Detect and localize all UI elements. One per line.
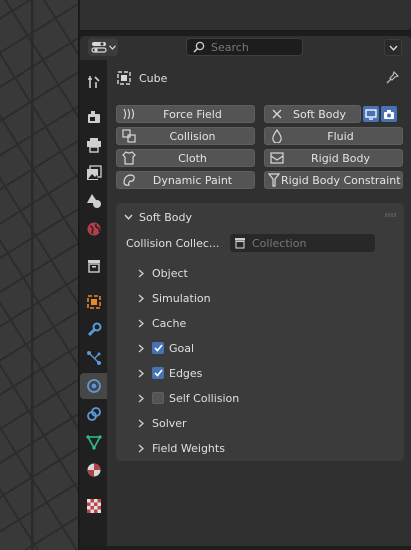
check-icon	[153, 369, 163, 377]
tab-texture[interactable]	[80, 493, 107, 519]
search-icon	[193, 41, 205, 53]
tab-scene[interactable]	[80, 188, 107, 214]
tab-modifiers[interactable]	[80, 317, 107, 343]
self-collision-checkbox[interactable]	[152, 392, 164, 404]
tab-world[interactable]	[80, 216, 107, 242]
collection-placeholder: Collection	[252, 236, 307, 250]
bottom-edge	[80, 546, 411, 550]
chevron-right-icon	[138, 344, 144, 352]
tab-tool[interactable]	[80, 69, 107, 95]
object-icon	[117, 71, 131, 85]
render-icon	[87, 111, 100, 123]
chevron-right-icon	[138, 319, 144, 327]
collision-icon	[119, 128, 139, 144]
output-icon	[86, 138, 101, 153]
rigid-body-button[interactable]: Rigid Body	[264, 149, 403, 167]
rigid-body-icon	[267, 150, 287, 166]
collection-icon	[87, 260, 100, 273]
collection-icon	[235, 238, 245, 249]
tab-constraints[interactable]	[80, 401, 107, 427]
search-input[interactable]: Search	[186, 38, 303, 56]
object-icon	[86, 295, 101, 309]
rigid-body-constraint-icon	[267, 172, 281, 188]
drag-handle-icon[interactable]	[385, 213, 398, 217]
pin-icon	[386, 70, 400, 84]
goal-checkbox[interactable]	[152, 342, 164, 354]
subpanel-self-collision[interactable]: Self Collision	[138, 389, 239, 407]
chevron-down-icon	[388, 45, 398, 51]
particles-icon	[86, 351, 101, 365]
chevron-right-icon	[138, 369, 144, 377]
view-layer-icon	[86, 165, 102, 180]
context-breadcrumb: Cube	[117, 70, 167, 86]
pin-button[interactable]	[386, 70, 400, 87]
upper-editor-area	[80, 0, 411, 31]
dynamic-paint-button[interactable]: Dynamic Paint	[116, 171, 255, 189]
material-icon	[87, 463, 100, 477]
texture-icon	[86, 499, 101, 513]
collision-collection-field[interactable]: Collection	[230, 234, 375, 252]
tab-object[interactable]	[80, 289, 107, 315]
properties-tab-bar	[80, 60, 107, 550]
subpanel-cache[interactable]: Cache	[138, 314, 186, 332]
3d-viewport[interactable]	[0, 0, 79, 550]
tab-physics[interactable]	[80, 373, 107, 399]
soft-body-panel: Soft Body Collision Collec... Collection…	[116, 203, 404, 461]
soft-body-remove-button[interactable]: Soft Body	[264, 105, 361, 123]
subpanel-solver[interactable]: Solver	[138, 414, 187, 432]
monitor-icon	[365, 108, 377, 120]
chevron-right-icon	[138, 419, 144, 427]
constraints-icon	[86, 407, 101, 421]
chevron-right-icon	[138, 444, 144, 452]
cloth-icon	[119, 150, 139, 166]
fluid-icon	[267, 128, 287, 144]
force-field-button[interactable]: Force Field	[116, 105, 255, 123]
collision-button[interactable]: Collision	[116, 127, 255, 145]
chevron-down-icon	[124, 214, 133, 220]
close-icon	[267, 106, 287, 122]
collision-collection-label: Collision Collec...	[126, 237, 220, 250]
tool-icon	[87, 76, 100, 88]
subpanel-simulation[interactable]: Simulation	[138, 289, 211, 307]
subpanel-field-weights[interactable]: Field Weights	[138, 439, 225, 457]
dynamic-paint-icon	[119, 172, 139, 188]
modifier-icon	[87, 322, 101, 337]
tab-render[interactable]	[80, 104, 107, 130]
physics-icon	[86, 379, 101, 393]
editor-type-menu[interactable]	[88, 38, 118, 56]
subpanel-edges[interactable]: Edges	[138, 364, 202, 382]
properties-editor-icon	[90, 42, 107, 53]
rigid-body-constraint-button[interactable]: Rigid Body Constraint	[264, 171, 403, 189]
properties-content: Cube Force Field Soft Body Collision Flu…	[107, 60, 411, 550]
chevron-right-icon	[138, 269, 144, 277]
tab-particles[interactable]	[80, 345, 107, 371]
fluid-button[interactable]: Fluid	[264, 127, 403, 145]
viewport-toggle[interactable]	[363, 106, 379, 122]
properties-header: Search	[80, 36, 411, 60]
chevron-right-icon	[138, 294, 144, 302]
tab-collection[interactable]	[80, 253, 107, 279]
tab-output[interactable]	[80, 132, 107, 158]
world-icon	[87, 222, 100, 236]
object-name: Cube	[139, 71, 168, 85]
soft-body-panel-header[interactable]: Soft Body	[124, 209, 192, 225]
edges-checkbox[interactable]	[152, 367, 164, 379]
force-field-icon	[119, 106, 139, 122]
tab-view-layer[interactable]	[80, 160, 107, 186]
scene-icon	[86, 194, 101, 208]
search-placeholder: Search	[211, 40, 249, 54]
subpanel-object[interactable]: Object	[138, 264, 188, 282]
tab-data[interactable]	[80, 429, 107, 455]
chevron-down-icon	[108, 44, 116, 50]
render-toggle[interactable]	[381, 106, 397, 122]
cloth-button[interactable]: Cloth	[116, 149, 255, 167]
tab-material[interactable]	[80, 457, 107, 483]
chevron-right-icon	[138, 394, 144, 402]
data-icon	[85, 435, 102, 450]
camera-icon	[384, 109, 394, 119]
subpanel-goal[interactable]: Goal	[138, 339, 194, 357]
check-icon	[153, 344, 163, 352]
panel-title: Soft Body	[139, 210, 192, 224]
options-button[interactable]	[384, 39, 402, 56]
